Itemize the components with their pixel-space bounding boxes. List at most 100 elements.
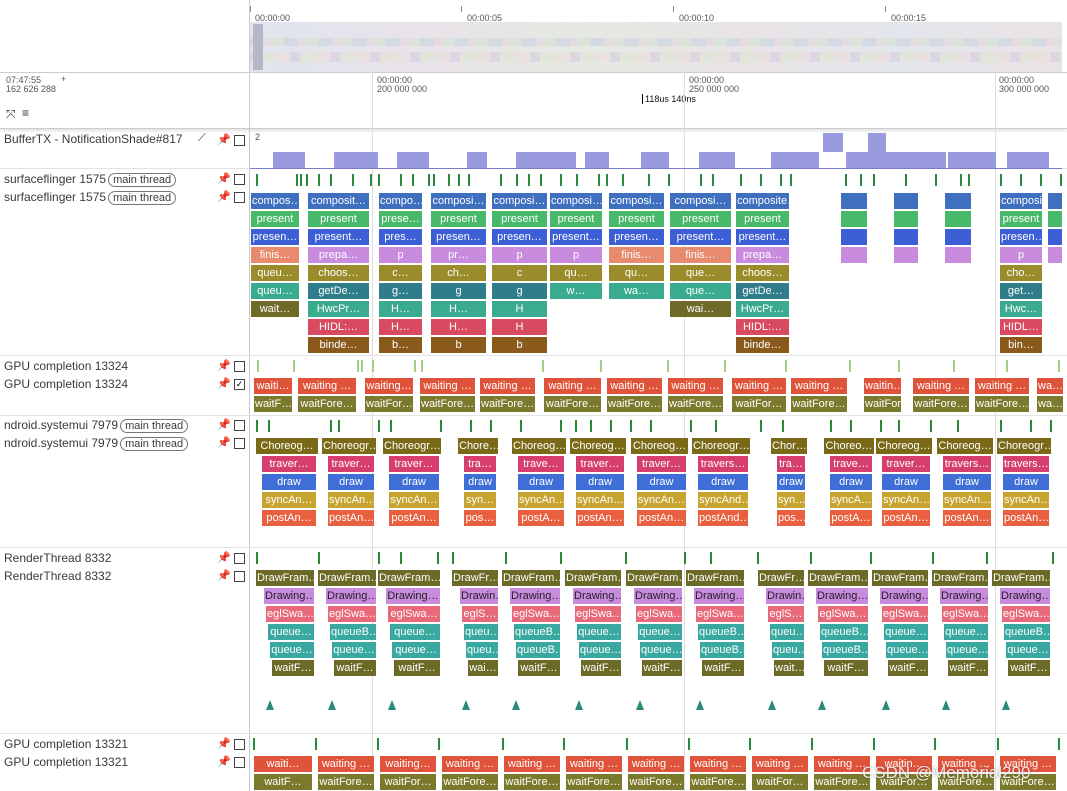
rt-slice[interactable]: eglSwa… bbox=[882, 606, 928, 622]
rt-slice[interactable]: eglS… bbox=[768, 606, 804, 622]
sf-slice[interactable]: H… bbox=[379, 319, 422, 335]
sf-slice-narrow[interactable] bbox=[894, 193, 918, 209]
sf-slice[interactable]: present bbox=[736, 211, 789, 227]
gpu-wait-slice[interactable]: waiting … bbox=[420, 378, 475, 394]
sf-slice[interactable]: g bbox=[492, 283, 547, 299]
gpu2-wait-slice[interactable]: waiting … bbox=[442, 756, 498, 772]
sysui-slice[interactable]: travers… bbox=[698, 456, 748, 472]
sf-slice[interactable]: qu… bbox=[609, 265, 664, 281]
rt-slice[interactable]: queue… bbox=[640, 642, 682, 658]
sysui-slice[interactable]: tra… bbox=[464, 456, 496, 472]
rt-slice[interactable]: Drawing… bbox=[1000, 588, 1050, 604]
track-label-sysui-state[interactable]: ndroid.systemui 7979 main thread bbox=[4, 418, 189, 433]
sysui-slice[interactable]: syncAn… bbox=[328, 492, 374, 508]
gpu-waitfor-slice[interactable]: waitF… bbox=[254, 396, 292, 412]
sysui-slice[interactable]: syncAn… bbox=[389, 492, 439, 508]
rt-slice[interactable]: queue… bbox=[944, 624, 988, 640]
sysui-slice[interactable]: draw bbox=[328, 474, 374, 490]
flow-arrow-icon[interactable] bbox=[696, 700, 704, 710]
rt-slice[interactable]: queueB… bbox=[514, 624, 560, 640]
sf-slice[interactable]: HwcPr… bbox=[308, 301, 369, 317]
sf-slice[interactable]: HIDL… bbox=[1000, 319, 1042, 335]
gpu-wait-slice[interactable]: waiting … bbox=[791, 378, 847, 394]
sf-slice[interactable]: que… bbox=[670, 265, 731, 281]
sf-slice[interactable]: present… bbox=[550, 229, 602, 245]
rt-slice[interactable]: DrawFr… bbox=[452, 570, 498, 586]
add-plus[interactable]: + bbox=[61, 74, 66, 84]
rt-slice[interactable]: wai… bbox=[468, 660, 498, 676]
sf-slice[interactable]: composi… bbox=[550, 193, 602, 209]
track-label-buffertx[interactable]: BufferTX - NotificationShade#817 bbox=[4, 132, 183, 146]
rt-slice[interactable]: DrawFram… bbox=[808, 570, 868, 586]
flow-arrow-icon[interactable] bbox=[942, 700, 950, 710]
sf-slice-narrow[interactable] bbox=[1048, 247, 1062, 263]
sf-slice-narrow[interactable] bbox=[894, 211, 918, 227]
sysui-slice[interactable]: travers… bbox=[1003, 456, 1049, 472]
sysui-slice[interactable]: traver… bbox=[882, 456, 930, 472]
rt-slice[interactable]: DrawFram… bbox=[502, 570, 560, 586]
rt-slice[interactable]: Drawing… bbox=[510, 588, 560, 604]
flow-arrow-icon[interactable] bbox=[575, 700, 583, 710]
rt-slice[interactable]: waitF… bbox=[581, 660, 621, 676]
sf-slice[interactable]: compo… bbox=[379, 193, 422, 209]
sysui-slice[interactable]: draw bbox=[698, 474, 748, 490]
gpu2-waitfor-slice[interactable]: waitFore… bbox=[442, 774, 498, 790]
sf-slice-narrow[interactable] bbox=[1048, 211, 1062, 227]
rt-slice[interactable]: queueB… bbox=[820, 624, 868, 640]
rt-slice[interactable]: waitF… bbox=[888, 660, 928, 676]
sysui-slice[interactable]: trave… bbox=[830, 456, 872, 472]
sysui-slice[interactable]: travers… bbox=[943, 456, 991, 472]
sysui-slice[interactable]: Choreog… bbox=[570, 438, 626, 454]
rt-slice[interactable]: waitF… bbox=[642, 660, 682, 676]
rt-slice[interactable]: eglSwa… bbox=[512, 606, 560, 622]
rt-slice[interactable]: waitF… bbox=[1008, 660, 1050, 676]
sf-slice[interactable]: prepa… bbox=[308, 247, 369, 263]
sf-slice[interactable]: c… bbox=[379, 265, 422, 281]
track-label-gpu2-state[interactable]: GPU completion 13321 bbox=[4, 737, 128, 751]
pin-icon[interactable]: 📌 bbox=[217, 436, 231, 449]
sf-slice[interactable]: finis… bbox=[609, 247, 664, 263]
gpu-wait-slice[interactable]: waiting … bbox=[607, 378, 662, 394]
sysui-slice[interactable]: traver… bbox=[637, 456, 686, 472]
sysui-slice[interactable]: traver… bbox=[389, 456, 439, 472]
sysui-slice[interactable]: syncAn… bbox=[1003, 492, 1049, 508]
gpu-wait-slice[interactable]: waiting … bbox=[668, 378, 723, 394]
sf-slice[interactable]: ch… bbox=[431, 265, 486, 281]
gpu2-waitfor-slice[interactable]: waitFore… bbox=[566, 774, 622, 790]
sysui-slice[interactable]: draw bbox=[882, 474, 930, 490]
select-checkbox[interactable] bbox=[234, 174, 245, 185]
sf-slice[interactable]: pres… bbox=[379, 229, 422, 245]
rt-slice[interactable]: queue… bbox=[638, 624, 682, 640]
sf-slice[interactable]: g bbox=[431, 283, 486, 299]
sf-slice[interactable]: presen… bbox=[492, 229, 547, 245]
rt-slice[interactable]: DrawFram… bbox=[626, 570, 682, 586]
sysui-slice[interactable]: postAn… bbox=[1003, 510, 1049, 526]
gpu-wait-slice[interactable]: waiti… bbox=[254, 378, 292, 394]
sysui-slice[interactable]: Choreog… bbox=[512, 438, 566, 454]
sf-slice[interactable]: present… bbox=[308, 229, 369, 245]
sysui-slice[interactable]: syncAn… bbox=[943, 492, 991, 508]
track-label-gpu2[interactable]: GPU completion 13321 bbox=[4, 755, 128, 769]
sf-slice[interactable]: p bbox=[1000, 247, 1042, 263]
select-checkbox[interactable] bbox=[234, 420, 245, 431]
sysui-slice[interactable]: tra… bbox=[777, 456, 805, 472]
rt-slice[interactable]: eglSwa… bbox=[575, 606, 621, 622]
sf-slice[interactable]: presen… bbox=[431, 229, 486, 245]
sf-slice[interactable]: H bbox=[492, 319, 547, 335]
sf-slice[interactable]: choos… bbox=[736, 265, 789, 281]
sf-slice-narrow[interactable] bbox=[841, 193, 867, 209]
sf-slice-narrow[interactable] bbox=[894, 229, 918, 245]
sf-slice[interactable]: composi… bbox=[1000, 193, 1042, 209]
collapse-all-icon[interactable]: ⤧ bbox=[6, 107, 16, 122]
sf-slice-narrow[interactable] bbox=[945, 229, 971, 245]
sf-slice[interactable]: H… bbox=[431, 319, 486, 335]
sf-slice[interactable]: HIDL:… bbox=[308, 319, 369, 335]
pin-icon[interactable]: 📌 bbox=[217, 737, 231, 750]
select-checkbox[interactable] bbox=[234, 192, 245, 203]
rt-slice[interactable]: eglSwa… bbox=[388, 606, 440, 622]
rt-slice[interactable]: DrawFram… bbox=[378, 570, 440, 586]
rt-slice[interactable]: DrawFram… bbox=[686, 570, 744, 586]
sysui-slice[interactable]: syn… bbox=[777, 492, 805, 508]
sf-slice[interactable]: wa… bbox=[609, 283, 664, 299]
flow-arrow-icon[interactable] bbox=[818, 700, 826, 710]
